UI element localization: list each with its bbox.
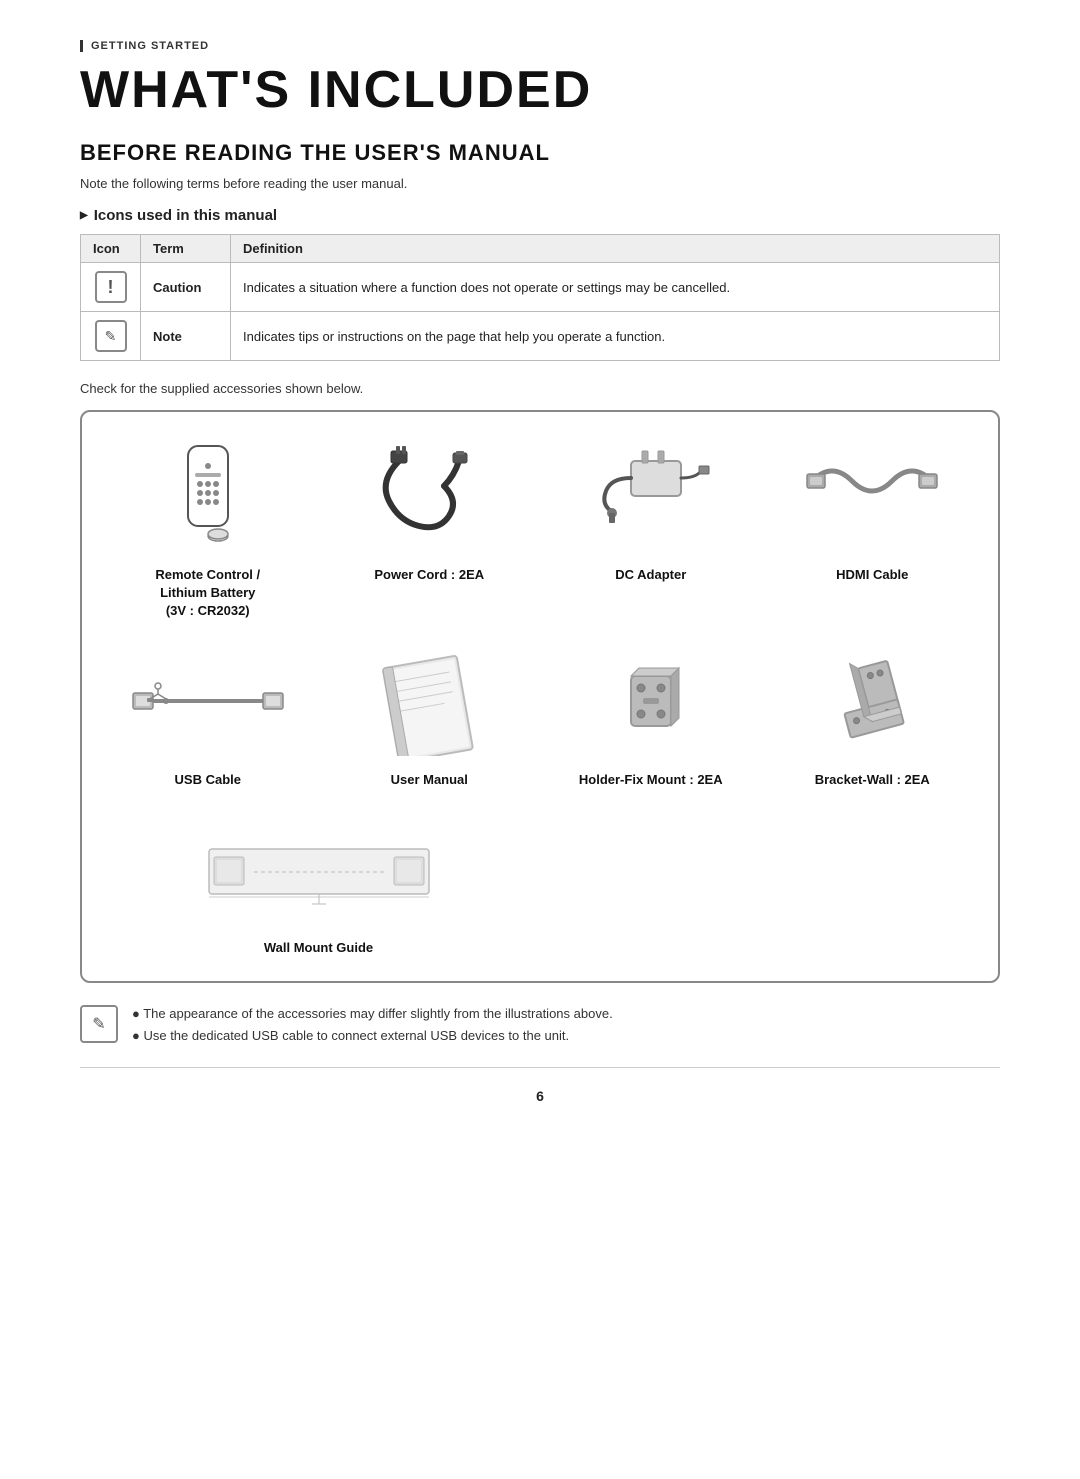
accessory-user-manual: User Manual (324, 641, 536, 789)
col-icon: Icon (81, 235, 141, 263)
accessory-holder-fix: Holder-Fix Mount : 2EA (545, 641, 757, 789)
caution-icon: ! (95, 271, 127, 303)
remote-control-svg (153, 441, 263, 551)
intro-text: Note the following terms before reading … (80, 176, 1000, 191)
usb-cable-svg (128, 661, 288, 741)
subsection-title: Icons used in this manual (80, 207, 1000, 224)
check-text: Check for the supplied accessories shown… (80, 381, 1000, 396)
note-icon: ✎ (95, 320, 127, 352)
accessory-label-bracket-wall: Bracket-Wall : 2EA (815, 771, 930, 789)
accessory-usb-cable: USB Cable (102, 641, 314, 789)
term-caution: Caution (141, 263, 231, 312)
accessory-image-usb-cable (128, 641, 288, 761)
note-box-icon: ✎ (80, 1005, 118, 1043)
accessory-image-bracket-wall (792, 641, 952, 761)
page-number: 6 (80, 1088, 1000, 1104)
section-title: BEFORE READING THE USER'S MANUAL (80, 140, 1000, 166)
wall-mount-guide-svg (179, 829, 459, 909)
accessory-label-usb-cable: USB Cable (175, 771, 241, 789)
table-row: ! Caution Indicates a situation where a … (81, 263, 1000, 312)
accessory-label-dc-adapter: DC Adapter (615, 566, 686, 584)
accessory-hdmi-cable: HDMI Cable (767, 436, 979, 621)
accessories-grid: Remote Control /Lithium Battery(3V : CR2… (102, 436, 978, 957)
holder-fix-svg (591, 646, 711, 756)
accessory-label-holder-fix: Holder-Fix Mount : 2EA (579, 771, 723, 789)
accessory-image-dc-adapter (571, 436, 731, 556)
accessory-label-remote-control: Remote Control /Lithium Battery(3V : CR2… (155, 566, 260, 621)
page-title: WHAT'S INCLUDED (80, 60, 1000, 120)
accessory-image-remote-control (128, 436, 288, 556)
accessory-label-user-manual: User Manual (391, 771, 468, 789)
accessory-label-hdmi-cable: HDMI Cable (836, 566, 908, 584)
accessory-power-cord: Power Cord : 2EA (324, 436, 536, 621)
hdmi-cable-svg (802, 441, 942, 551)
accessory-image-hdmi-cable (792, 436, 952, 556)
icons-table: Icon Term Definition ! Caution Indicates… (80, 234, 1000, 361)
col-term: Term (141, 235, 231, 263)
user-manual-svg (369, 646, 489, 756)
accessory-image-power-cord (349, 436, 509, 556)
note-box-text: The appearance of the accessories may di… (132, 1003, 613, 1047)
accessory-label-wall-mount-guide: Wall Mount Guide (264, 939, 373, 957)
def-note: Indicates tips or instructions on the pa… (231, 312, 1000, 361)
accessory-wall-mount-guide: Wall Mount Guide (102, 809, 535, 957)
note-line-2: Use the dedicated USB cable to connect e… (132, 1025, 613, 1047)
section-label: GETTING STARTED (80, 40, 1000, 52)
dc-adapter-svg (586, 441, 716, 551)
note-line-1: The appearance of the accessories may di… (132, 1003, 613, 1025)
term-note: Note (141, 312, 231, 361)
accessory-image-wall-mount-guide (179, 809, 459, 929)
table-row: ✎ Note Indicates tips or instructions on… (81, 312, 1000, 361)
accessory-bracket-wall: Bracket-Wall : 2EA (767, 641, 979, 789)
accessory-remote-control: Remote Control /Lithium Battery(3V : CR2… (102, 436, 314, 621)
note-box: ✎ The appearance of the accessories may … (80, 1003, 1000, 1068)
bracket-wall-svg (812, 646, 932, 756)
accessories-box: Remote Control /Lithium Battery(3V : CR2… (80, 410, 1000, 983)
accessory-image-user-manual (349, 641, 509, 761)
def-caution: Indicates a situation where a function d… (231, 263, 1000, 312)
power-cord-svg (369, 441, 489, 551)
accessory-label-power-cord: Power Cord : 2EA (374, 566, 484, 584)
col-definition: Definition (231, 235, 1000, 263)
accessory-dc-adapter: DC Adapter (545, 436, 757, 621)
accessory-image-holder-fix (571, 641, 731, 761)
